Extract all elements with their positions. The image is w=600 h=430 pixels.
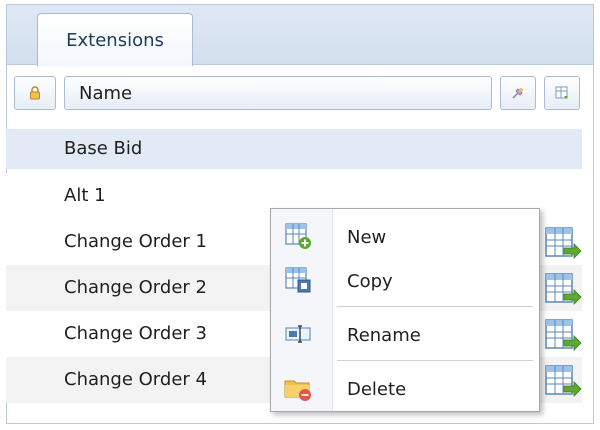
lock-icon bbox=[30, 86, 40, 100]
column-chooser-button[interactable] bbox=[544, 76, 580, 110]
tab-extensions[interactable]: Extensions bbox=[37, 13, 193, 66]
menu-item-label: Rename bbox=[347, 324, 421, 346]
menu-item-label: Delete bbox=[347, 378, 407, 400]
grid-export-icon[interactable] bbox=[544, 318, 582, 352]
menu-item-copy[interactable]: Copy bbox=[271, 261, 539, 301]
name-column-header[interactable]: Name bbox=[64, 76, 492, 110]
context-menu: New Copy Rename Delete bbox=[270, 208, 540, 412]
list-item-label: Change Order 2 bbox=[64, 277, 207, 298]
grid-export-icon[interactable] bbox=[544, 272, 582, 306]
pin-icon bbox=[512, 88, 523, 99]
grid-header: Name bbox=[6, 70, 592, 110]
pin-button[interactable] bbox=[500, 76, 536, 110]
rename-icon bbox=[285, 325, 311, 343]
tab-strip: Extensions bbox=[7, 5, 593, 66]
name-column-label: Name bbox=[79, 82, 133, 104]
grid-export-icon[interactable] bbox=[544, 226, 582, 260]
list-item-label: Alt 1 bbox=[64, 185, 106, 206]
grid-export-icon[interactable] bbox=[544, 364, 582, 398]
list-item-label: Change Order 4 bbox=[64, 369, 207, 390]
list-item[interactable]: Base Bid bbox=[6, 129, 582, 169]
menu-separator bbox=[337, 360, 533, 361]
menu-item-label: Copy bbox=[347, 270, 393, 292]
menu-separator bbox=[337, 306, 533, 307]
column-chooser-icon bbox=[555, 86, 568, 99]
lock-column-button[interactable] bbox=[14, 76, 56, 110]
delete-folder-icon bbox=[284, 380, 311, 401]
menu-item-delete[interactable]: Delete bbox=[271, 369, 539, 409]
copy-grid-icon bbox=[285, 267, 311, 293]
new-grid-icon bbox=[285, 223, 311, 249]
list-item-label: Change Order 3 bbox=[64, 323, 207, 344]
menu-item-rename[interactable]: Rename bbox=[271, 315, 539, 355]
list-item-label: Base Bid bbox=[64, 138, 143, 159]
list-item-label: Change Order 1 bbox=[64, 231, 207, 252]
menu-item-new[interactable]: New bbox=[271, 217, 539, 257]
menu-item-label: New bbox=[347, 226, 387, 248]
